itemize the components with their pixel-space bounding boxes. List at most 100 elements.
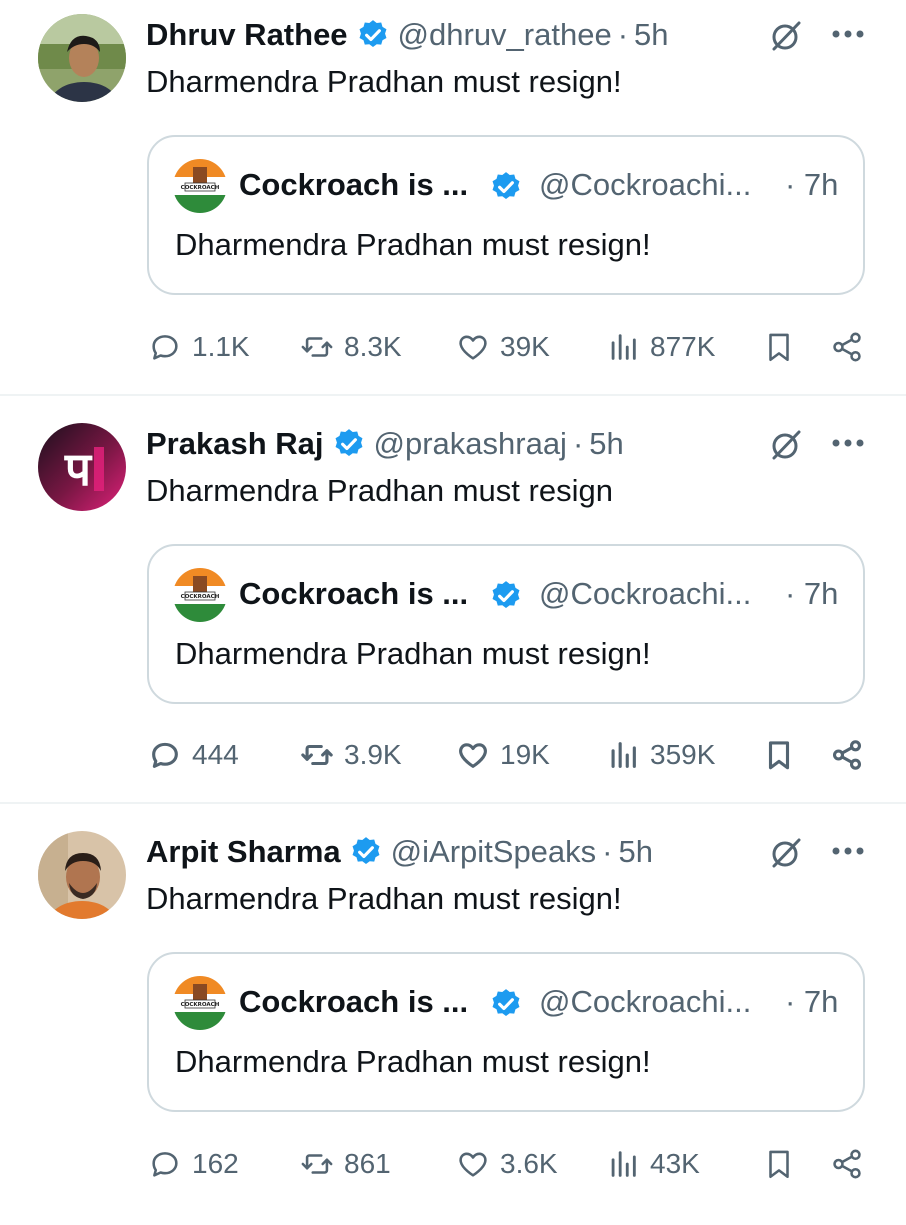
quote-author-name[interactable]: Cockroach is ... [239,167,468,203]
quote-avatar[interactable]: COCKROACH [173,159,227,213]
verified-badge-icon [489,170,523,204]
quote-author-handle[interactable]: @Cockroachi... [539,576,751,612]
reply-count: 1.1K [192,331,250,362]
heart-icon [459,335,487,360]
repost-count: 861 [344,1148,391,1179]
timestamp[interactable]: 5h [634,17,668,53]
reply-icon [152,742,178,768]
reply-icon [152,1152,178,1177]
heart-icon [459,743,487,768]
views-button[interactable]: 877K [606,322,715,372]
verified-badge-icon [356,18,390,52]
like-button[interactable]: 3.6K [456,1139,558,1189]
repost-button[interactable]: 861 [300,1139,391,1189]
tweet[interactable]: Dhruv Rathee @dhruv_rathee · 5h Dharmend… [0,0,906,408]
action-bar: 162 861 3.6K 43K [0,1139,906,1189]
repost-button[interactable]: 3.9K [300,730,402,780]
share-button[interactable] [830,1139,864,1189]
share-icon [833,1149,861,1179]
repost-button[interactable]: 8.3K [300,322,402,372]
quote-avatar[interactable]: COCKROACH [173,976,227,1030]
repost-count: 8.3K [344,331,402,362]
tweet[interactable]: Arpit Sharma @iArpitSpeaks · 5h Dharmend… [0,817,906,1225]
tweet-header: Dhruv Rathee @dhruv_rathee · 5h [146,14,669,56]
author-name[interactable]: Arpit Sharma [146,834,341,870]
views-button[interactable]: 359K [606,730,715,780]
bookmark-icon [768,741,790,770]
more-options-icon[interactable] [826,425,870,461]
quote-timestamp[interactable]: · 7h [785,167,838,203]
like-count: 3.6K [500,1148,558,1179]
separator: · [572,426,584,461]
quote-timestamp[interactable]: · 7h [785,984,838,1020]
share-button[interactable] [830,730,864,780]
like-button[interactable]: 19K [456,730,550,780]
avatar[interactable]: प [38,423,126,511]
author-handle[interactable]: @prakashraaj [374,426,567,462]
grok-icon[interactable] [768,18,804,54]
like-count: 39K [500,331,550,362]
action-bar: 1.1K 8.3K 39K 877K [0,322,906,372]
quote-text: Dharmendra Pradhan must resign! [175,227,651,262]
repost-icon [301,1154,333,1174]
heart-icon [459,1152,487,1177]
verified-badge-icon [489,987,523,1021]
quote-avatar-text: COCKROACH [181,1002,220,1008]
grok-icon[interactable] [768,835,804,871]
quote-avatar-text: COCKROACH [181,185,220,191]
avatar[interactable] [38,831,126,919]
bookmark-button[interactable] [762,1139,796,1189]
reply-count: 444 [192,739,239,770]
quoted-tweet[interactable]: COCKROACH Cockroach is ... @Cockroachi..… [147,952,865,1112]
tweet-text: Dharmendra Pradhan must resign! [146,881,622,916]
timestamp[interactable]: 5h [589,426,623,462]
quoted-tweet[interactable]: COCKROACH Cockroach is ... @Cockroachi..… [147,135,865,295]
verified-badge-icon [489,579,523,613]
tweet-header: Prakash Raj @prakashraaj · 5h [146,423,624,465]
quote-text: Dharmendra Pradhan must resign! [175,1044,651,1079]
reply-count: 162 [192,1148,239,1179]
bookmark-button[interactable] [762,730,796,780]
verified-badge-icon [349,835,383,869]
tweet-header: Arpit Sharma @iArpitSpeaks · 5h [146,831,653,873]
quoted-tweet[interactable]: COCKROACH Cockroach is ... @Cockroachi..… [147,544,865,704]
reply-button[interactable]: 162 [148,1139,239,1189]
views-button[interactable]: 43K [606,1139,700,1189]
bookmark-button[interactable] [762,322,796,372]
quote-author-name[interactable]: Cockroach is ... [239,576,468,612]
quote-author-handle[interactable]: @Cockroachi... [539,167,751,203]
tweet-text: Dharmendra Pradhan must resign! [146,64,622,99]
repost-icon [301,337,333,357]
reply-button[interactable]: 444 [148,730,239,780]
share-icon [832,740,862,770]
views-icon [611,742,636,768]
avatar[interactable] [38,14,126,102]
more-options-icon[interactable] [826,16,870,52]
more-options-icon[interactable] [826,833,870,869]
divider [0,394,906,396]
author-name[interactable]: Prakash Raj [146,426,324,462]
separator: · [602,834,613,869]
divider [0,802,906,804]
reply-icon [152,335,178,360]
quote-timestamp[interactable]: · 7h [785,576,838,612]
author-name[interactable]: Dhruv Rathee [146,17,348,53]
verified-badge-icon [332,427,366,461]
separator: · [617,17,629,52]
views-icon [611,1151,636,1177]
quote-author-name[interactable]: Cockroach is ... [239,984,468,1020]
author-handle[interactable]: @iArpitSpeaks [391,834,597,870]
views-count: 43K [650,1148,700,1179]
tweet[interactable]: प Prakash Raj @prakashraaj · 5h Dharmend… [0,409,906,817]
share-icon [833,332,861,362]
like-button[interactable]: 39K [456,322,550,372]
quote-avatar[interactable]: COCKROACH [173,568,227,622]
share-button[interactable] [830,322,864,372]
grok-icon[interactable] [768,427,804,463]
reply-button[interactable]: 1.1K [148,322,250,372]
bookmark-icon [769,333,789,362]
svg-text:प: प [64,442,93,496]
author-handle[interactable]: @dhruv_rathee [398,17,612,53]
quote-author-handle[interactable]: @Cockroachi... [539,984,751,1020]
timestamp[interactable]: 5h [619,834,653,870]
